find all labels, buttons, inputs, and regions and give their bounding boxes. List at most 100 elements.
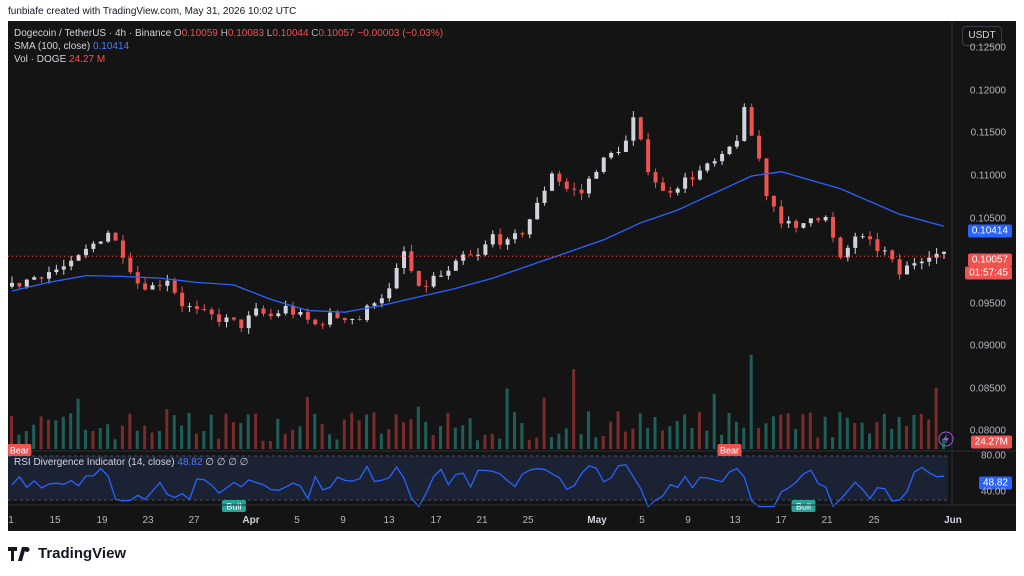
volume-bar bbox=[387, 429, 391, 449]
volume-bar bbox=[801, 414, 805, 449]
candle-body bbox=[794, 220, 799, 228]
candle-body bbox=[476, 254, 480, 256]
volume-bar bbox=[305, 396, 309, 449]
volume-tag: 24.27M bbox=[970, 435, 1012, 449]
volume-bar bbox=[512, 412, 516, 449]
candle-body bbox=[113, 232, 118, 241]
volume-bar bbox=[261, 440, 265, 449]
volume-bar bbox=[194, 433, 198, 449]
volume-bar bbox=[786, 413, 790, 449]
candle-body bbox=[535, 202, 540, 220]
candle-body bbox=[439, 275, 444, 277]
symbol-title: Dogecoin / TetherUS · 4h · Binance bbox=[14, 28, 172, 39]
high-label: H bbox=[220, 28, 228, 39]
candle-body bbox=[586, 178, 591, 194]
candle-body bbox=[542, 190, 547, 203]
volume-bar bbox=[224, 413, 228, 449]
time-tick: 9 bbox=[685, 515, 691, 526]
volume-bar bbox=[875, 422, 879, 449]
rsi-tick-40: 40.00 bbox=[980, 486, 1006, 498]
bear-label: Bear bbox=[8, 444, 32, 456]
time-tick: 13 bbox=[729, 515, 741, 526]
volume-label: Vol · DOGE bbox=[14, 54, 67, 65]
volume-bar bbox=[143, 425, 147, 449]
candle-body bbox=[424, 285, 429, 287]
volume-bar bbox=[76, 398, 80, 449]
candle-body bbox=[860, 236, 865, 238]
candle-body bbox=[786, 220, 791, 224]
candle-body bbox=[254, 308, 259, 316]
volume-bar bbox=[498, 438, 502, 449]
volume-bar bbox=[187, 412, 191, 449]
rsi-value: 48.82 bbox=[177, 457, 203, 468]
volume-bar bbox=[890, 428, 894, 449]
volume-bar bbox=[379, 433, 383, 449]
volume-bar bbox=[586, 411, 590, 449]
candle-body bbox=[202, 308, 207, 310]
price-tick: 0.09500 bbox=[969, 298, 1006, 310]
volume-bar bbox=[291, 429, 295, 449]
candle-body bbox=[483, 244, 488, 255]
change-value: −0.00003 (−0.03%) bbox=[357, 28, 444, 39]
rsi-label: RSI Divergence Indicator (14, close) bbox=[14, 457, 175, 468]
price-chart[interactable]: Bear Bull Bear Bull bbox=[8, 21, 1016, 531]
svg-text:Bull: Bull bbox=[796, 502, 811, 512]
volume-bar bbox=[461, 425, 465, 449]
volume-bar bbox=[764, 423, 768, 449]
candle-body bbox=[461, 254, 466, 261]
lightning-icon[interactable] bbox=[938, 431, 954, 447]
candle-body bbox=[764, 158, 769, 196]
candle-body bbox=[61, 266, 66, 270]
candle-body bbox=[10, 282, 14, 287]
candle-body bbox=[283, 305, 288, 314]
volume-bar bbox=[653, 416, 657, 449]
candle-body bbox=[646, 139, 651, 173]
candle-body bbox=[512, 233, 517, 240]
volume-bar bbox=[342, 419, 346, 449]
candle-body bbox=[734, 140, 739, 147]
volume-bar bbox=[409, 419, 413, 449]
volume-bar bbox=[91, 431, 95, 449]
volume-bar bbox=[631, 428, 635, 449]
volume-bar bbox=[157, 431, 161, 449]
countdown-tag: 01:57:45 bbox=[965, 266, 1012, 280]
volume-bar bbox=[32, 424, 36, 449]
candle-body bbox=[350, 319, 355, 321]
volume-bar bbox=[690, 427, 694, 449]
volume-bar bbox=[542, 397, 546, 449]
volume-bar bbox=[172, 415, 176, 449]
volume-bar bbox=[231, 422, 235, 449]
volume-bar bbox=[616, 411, 620, 449]
volume-bar bbox=[313, 413, 317, 449]
volume-bar bbox=[402, 422, 406, 449]
candle-body bbox=[394, 268, 399, 289]
volume-bar bbox=[609, 421, 613, 449]
volume-bar bbox=[594, 437, 598, 449]
volume-bar bbox=[328, 434, 332, 449]
time-tick: 17 bbox=[775, 515, 787, 526]
symbol-legend: Dogecoin / TetherUS · 4h · Binance O0.10… bbox=[14, 27, 443, 66]
candle-body bbox=[712, 161, 717, 164]
volume-bar bbox=[668, 426, 672, 449]
candle-body bbox=[749, 107, 754, 136]
volume-bar bbox=[61, 416, 65, 449]
volume-bar bbox=[808, 412, 812, 449]
volume-bar bbox=[298, 426, 302, 449]
volume-bar bbox=[638, 413, 642, 449]
candle-body bbox=[372, 303, 377, 306]
candle-body bbox=[505, 239, 510, 245]
candle-body bbox=[180, 292, 185, 307]
candle-body bbox=[912, 263, 917, 266]
candle-body bbox=[194, 306, 199, 309]
candle-body bbox=[905, 265, 910, 275]
chart-frame[interactable]: Bear Bull Bear Bull Dogecoin / TetherUS · 4… bbox=[8, 21, 1016, 531]
candle-body bbox=[276, 313, 281, 317]
candle-body bbox=[675, 188, 680, 193]
candle-body bbox=[76, 255, 81, 261]
candle-body bbox=[328, 312, 333, 325]
candle-body bbox=[690, 177, 695, 180]
price-tick: 0.08500 bbox=[969, 383, 1006, 395]
candle-body bbox=[808, 218, 813, 224]
volume-bar bbox=[106, 424, 110, 449]
volume-bar bbox=[557, 433, 561, 449]
